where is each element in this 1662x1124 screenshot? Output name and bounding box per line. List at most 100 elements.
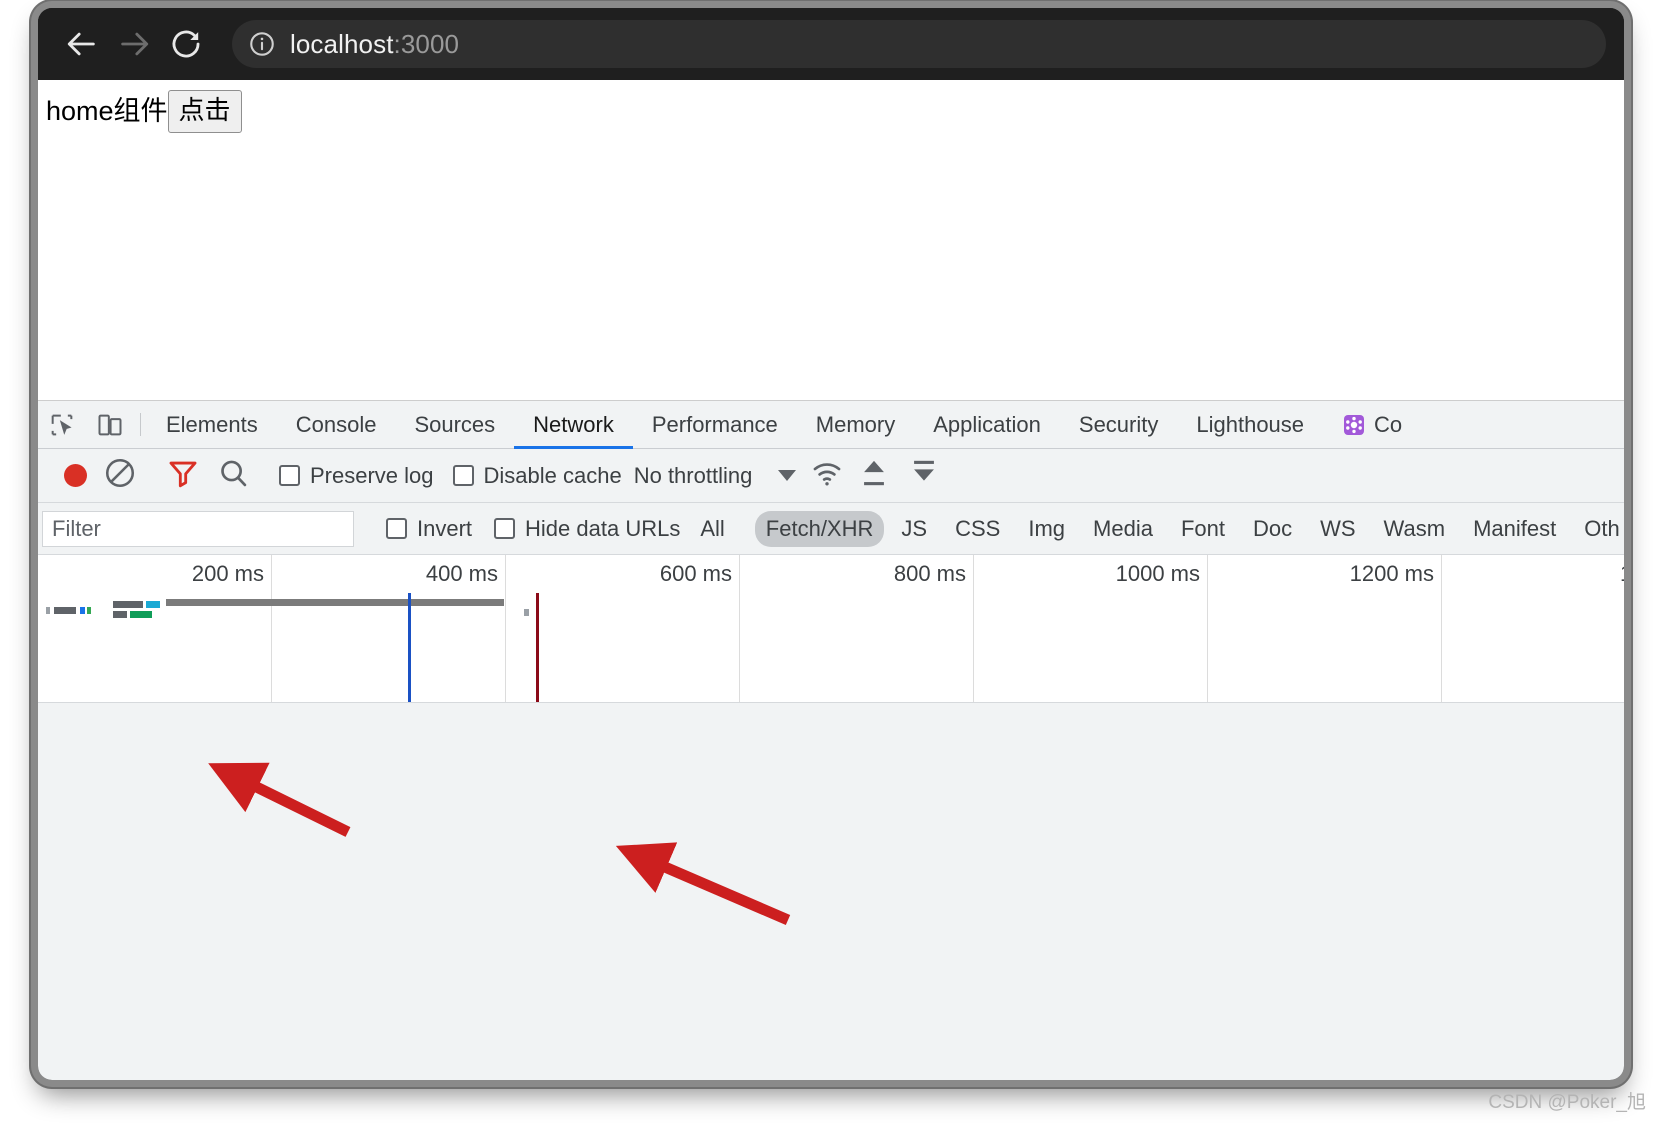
url-port: :3000 (393, 28, 460, 59)
tab-elements[interactable]: Elements (147, 401, 277, 448)
tab-label: Elements (166, 411, 258, 437)
url-host: localhost (290, 28, 394, 59)
tab-console[interactable]: Console (277, 401, 396, 448)
inspect-element-button[interactable] (38, 401, 86, 448)
import-har-button[interactable] (857, 456, 891, 495)
preserve-log-checkbox[interactable]: Preserve log (279, 463, 434, 489)
invert-label: Invert (417, 515, 473, 541)
type-filter-other[interactable]: Oth (1573, 511, 1624, 547)
overview-request-bar (166, 599, 504, 606)
tab-application[interactable]: Application (914, 401, 1060, 448)
overview-mini-bar (524, 609, 529, 616)
type-filter-font[interactable]: Font (1170, 511, 1236, 547)
export-har-button[interactable] (907, 456, 941, 495)
hide-data-urls-checkbox[interactable]: Hide data URLs (494, 516, 680, 542)
device-toolbar-button[interactable] (86, 401, 134, 448)
back-button[interactable] (56, 18, 108, 70)
type-filter-fetch-xhr[interactable]: Fetch/XHR (754, 510, 885, 547)
type-filter-ws[interactable]: WS (1309, 511, 1366, 547)
overview-mini-bar (130, 611, 152, 618)
puzzle-piece-icon (1342, 413, 1366, 437)
filter-funnel-icon (169, 461, 197, 488)
overview-mini-bar (113, 611, 127, 618)
timeline-tick: 1400 (1442, 555, 1624, 702)
info-circle-icon[interactable] (248, 30, 276, 58)
tab-label: Security (1078, 411, 1159, 437)
tab-security[interactable]: Security (1060, 401, 1177, 448)
type-filter-img[interactable]: Img (1017, 511, 1076, 547)
invert-checkbox[interactable]: Invert (386, 516, 472, 542)
timeline-tick: 800 ms (740, 555, 974, 702)
overview-mini-bar (80, 607, 85, 614)
filter-input[interactable] (42, 510, 354, 547)
checkbox-box (452, 465, 474, 486)
tab-components[interactable]: Co (1323, 401, 1421, 448)
address-bar[interactable]: localhost:3000 (232, 20, 1606, 68)
checkbox-box (494, 518, 516, 539)
tick-label: 1200 ms (1349, 561, 1434, 586)
search-button[interactable] (216, 456, 250, 495)
tick-label: 800 ms (893, 561, 966, 586)
overview-mini-bar (46, 607, 50, 614)
type-filter-manifest[interactable]: Manifest (1462, 511, 1567, 547)
tab-performance[interactable]: Performance (633, 401, 797, 448)
tab-label: Co (1374, 411, 1403, 437)
reload-icon (172, 30, 200, 58)
tab-lighthouse[interactable]: Lighthouse (1177, 401, 1323, 448)
timeline-tick: 200 ms (38, 555, 272, 702)
tab-memory[interactable]: Memory (797, 401, 914, 448)
overview-mini-bar (87, 607, 91, 614)
overview-mini-bar (54, 607, 76, 614)
reload-button[interactable] (160, 18, 212, 70)
tick-label: 1000 ms (1115, 561, 1200, 586)
timeline-tick: 1000 ms (974, 555, 1208, 702)
throttling-select[interactable]: No throttling (634, 463, 753, 489)
type-filter-wasm[interactable]: Wasm (1373, 511, 1457, 547)
search-icon (221, 460, 247, 487)
hide-data-urls-label: Hide data URLs (525, 515, 681, 541)
filter-toggle-button[interactable] (166, 456, 200, 495)
tab-label: Performance (651, 411, 778, 437)
type-filter-media[interactable]: Media (1082, 511, 1164, 547)
tab-label: Console (295, 411, 377, 437)
checkbox-box (386, 518, 407, 539)
network-conditions-button[interactable] (810, 456, 844, 495)
tab-network[interactable]: Network (514, 401, 633, 449)
clear-icon (105, 458, 135, 488)
clear-button[interactable] (103, 456, 137, 495)
click-button[interactable]: 点击 (167, 90, 242, 133)
load-event-marker (536, 593, 539, 702)
type-filter-all[interactable]: All (689, 511, 735, 547)
forward-button[interactable] (108, 18, 160, 70)
disable-cache-label: Disable cache (483, 462, 622, 488)
tab-label: Network (533, 411, 614, 437)
browser-window: localhost:3000 home组件 点击 Elements Consol… (38, 8, 1624, 1080)
tab-label: Sources (414, 411, 496, 437)
page-viewport: home组件 点击 (38, 80, 1624, 400)
tick-label: 600 ms (659, 561, 732, 586)
arrow-right-icon (121, 32, 149, 56)
url-text: localhost:3000 (290, 29, 459, 60)
network-filter-row: Invert Hide data URLs All Fetch/XHR JS C… (38, 503, 1624, 555)
page-content: home组件 点击 (46, 90, 1624, 133)
disable-cache-checkbox[interactable]: Disable cache (452, 462, 622, 489)
record-button[interactable] (64, 464, 87, 487)
tab-label: Lighthouse (1196, 411, 1305, 437)
type-filter-css[interactable]: CSS (944, 511, 1011, 547)
chevron-down-icon[interactable] (778, 470, 797, 481)
toolbar-divider (140, 413, 141, 436)
timeline-tick: 400 ms (272, 555, 506, 702)
page-label: home组件 (46, 96, 168, 126)
inspect-element-icon (51, 414, 73, 435)
network-overview-timeline[interactable]: 200 ms 400 ms 600 ms 800 ms 1000 ms 1200… (38, 555, 1624, 703)
timeline-tick: 600 ms (506, 555, 740, 702)
type-filter-js[interactable]: JS (890, 511, 938, 547)
tab-sources[interactable]: Sources (395, 401, 514, 448)
download-arrow-icon (914, 460, 935, 481)
arrow-left-icon (67, 32, 95, 56)
preserve-log-label: Preserve log (310, 462, 434, 488)
timeline-tick: 1200 ms (1208, 555, 1442, 702)
devtools-tabstrip: Elements Console Sources Network Perform… (38, 401, 1624, 449)
tab-label: Memory (815, 411, 896, 437)
type-filter-doc[interactable]: Doc (1242, 511, 1303, 547)
